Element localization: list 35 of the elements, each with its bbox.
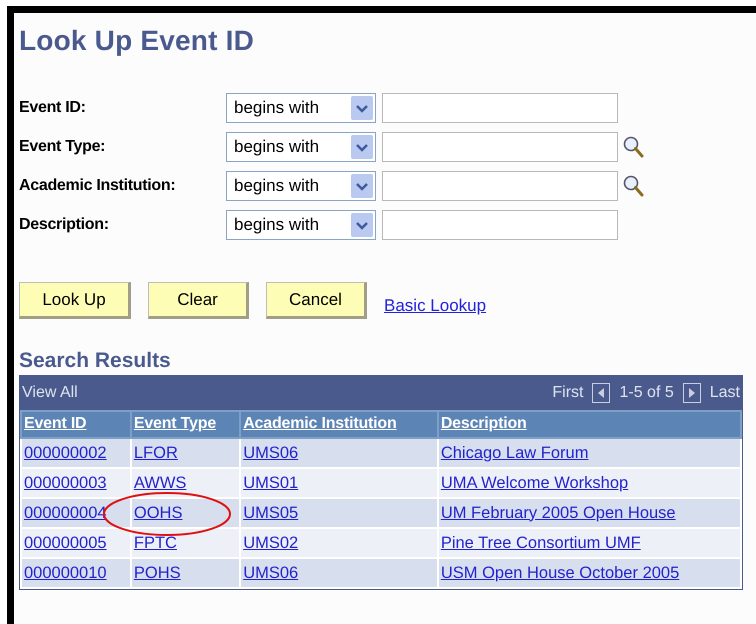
field-label: Academic Institution: <box>19 177 176 195</box>
action-button[interactable]: Clear <box>148 282 249 319</box>
view-all-link[interactable]: View All <box>22 384 78 402</box>
operator-dropdown[interactable]: begins with <box>226 93 376 123</box>
action-button[interactable]: Cancel <box>266 282 367 319</box>
text-input-field[interactable] <box>382 132 618 162</box>
result-link[interactable]: UMS06 <box>243 444 298 462</box>
page-range: 1-5 of 5 <box>619 384 674 402</box>
column-header[interactable]: Academic Institution <box>240 411 438 438</box>
action-button[interactable]: Look Up <box>19 282 131 319</box>
result-link[interactable]: UMS01 <box>243 474 298 492</box>
basic-lookup-link[interactable]: Basic Lookup <box>384 296 486 316</box>
field-label: Event Type: <box>19 138 106 156</box>
result-link[interactable]: UMS02 <box>243 534 298 552</box>
column-header[interactable]: Event ID <box>21 411 131 438</box>
text-input-field[interactable] <box>382 210 618 240</box>
search-icon[interactable] <box>622 174 644 198</box>
text-input-field[interactable] <box>382 93 618 123</box>
last-link[interactable]: Last <box>710 384 740 402</box>
search-icon[interactable] <box>622 135 644 159</box>
section-title: Search Results <box>19 349 172 373</box>
page-title: Look Up Event ID <box>19 24 255 57</box>
column-header[interactable]: Event Type <box>130 411 240 438</box>
result-link[interactable]: UMS05 <box>243 504 298 522</box>
column-header[interactable]: Description <box>438 411 741 438</box>
next-icon[interactable] <box>682 383 701 403</box>
field-label: Event ID: <box>19 99 87 117</box>
field-label: Description: <box>19 216 110 234</box>
first-link[interactable]: First <box>552 384 584 402</box>
result-link[interactable]: UMS06 <box>243 564 298 582</box>
previous-icon[interactable] <box>592 383 610 403</box>
operator-dropdown[interactable]: begins with <box>226 171 376 201</box>
operator-dropdown[interactable]: begins with <box>226 132 376 162</box>
text-input-field[interactable] <box>382 171 618 201</box>
operator-dropdown[interactable]: begins with <box>226 210 376 240</box>
